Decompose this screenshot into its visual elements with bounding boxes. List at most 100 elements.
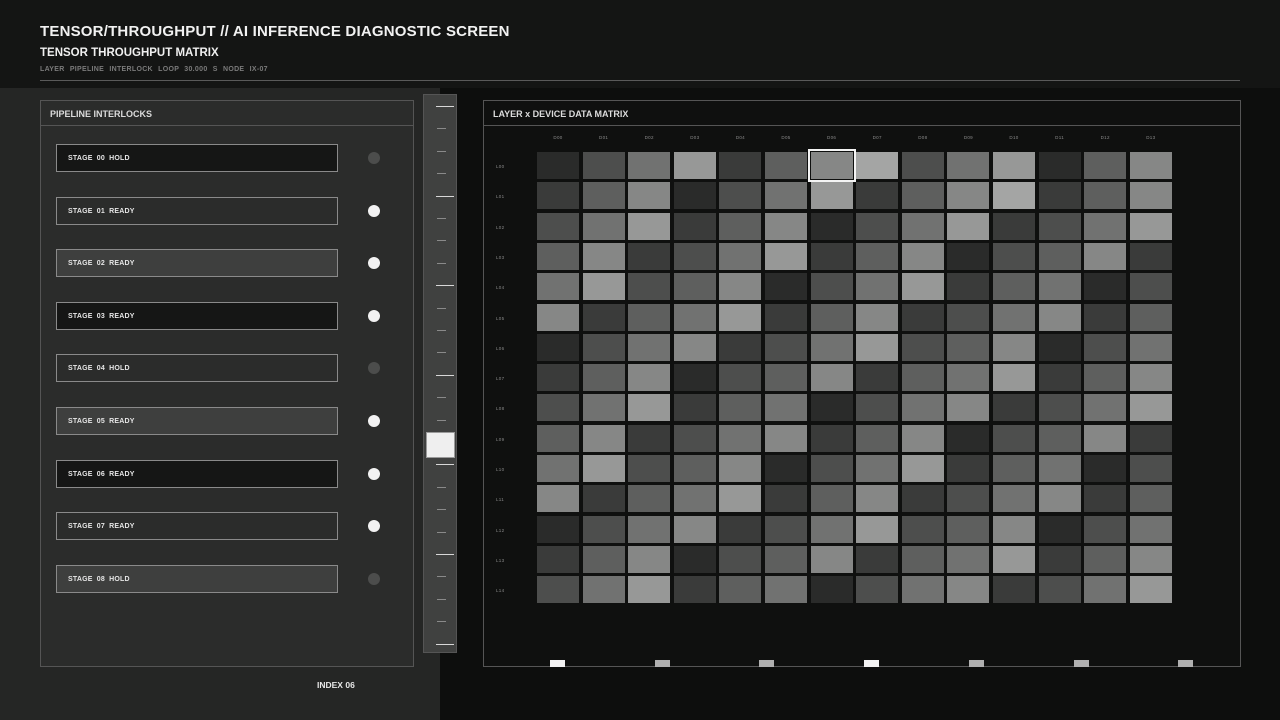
stage-row[interactable]: STAGE 07 READY	[56, 512, 338, 541]
matrix-cell[interactable]	[1084, 364, 1127, 392]
matrix-cell[interactable]	[810, 545, 853, 573]
matrix-cell[interactable]	[582, 485, 625, 513]
matrix-cell[interactable]	[719, 576, 762, 604]
matrix-cell[interactable]	[1129, 273, 1172, 301]
matrix-cell[interactable]	[765, 273, 807, 301]
matrix-cell[interactable]	[1129, 485, 1172, 513]
matrix-cell[interactable]	[856, 242, 899, 270]
matrix-cell[interactable]	[537, 303, 579, 331]
matrix-cell[interactable]	[1084, 394, 1127, 422]
matrix-cell[interactable]	[856, 182, 899, 210]
matrix-cell[interactable]	[1129, 545, 1172, 573]
matrix-cell[interactable]	[1038, 303, 1081, 331]
matrix-cell[interactable]	[1129, 576, 1172, 604]
matrix-cell[interactable]	[628, 212, 671, 240]
matrix-cell[interactable]	[1129, 182, 1172, 210]
matrix-cell[interactable]	[628, 273, 671, 301]
matrix-cell[interactable]	[719, 455, 762, 482]
matrix-cell[interactable]	[628, 515, 671, 543]
matrix-cell[interactable]	[1084, 455, 1127, 482]
index-slider-thumb[interactable]	[426, 432, 455, 458]
matrix-cell[interactable]	[1084, 485, 1127, 513]
matrix-cell[interactable]	[901, 273, 944, 301]
matrix-cell[interactable]	[856, 303, 899, 331]
stage-row[interactable]: STAGE 04 HOLD	[56, 354, 338, 383]
matrix-cell[interactable]	[719, 242, 762, 270]
stage-row[interactable]: STAGE 01 READY	[56, 196, 338, 225]
matrix-cell[interactable]	[582, 545, 625, 573]
matrix-cell[interactable]	[947, 333, 990, 361]
matrix-cell[interactable]	[628, 303, 671, 331]
matrix-cell[interactable]	[673, 364, 716, 392]
matrix-cell[interactable]	[719, 364, 762, 392]
matrix-cell[interactable]	[810, 455, 853, 482]
matrix-cell[interactable]	[1038, 455, 1081, 482]
matrix-cell[interactable]	[993, 303, 1035, 331]
matrix-cell[interactable]	[810, 515, 853, 543]
matrix-cell[interactable]	[901, 576, 944, 604]
matrix-cell[interactable]	[582, 515, 625, 543]
matrix-cell[interactable]	[947, 364, 990, 392]
matrix-cell[interactable]	[628, 364, 671, 392]
matrix-cell[interactable]	[765, 303, 807, 331]
matrix-cell[interactable]	[810, 212, 853, 240]
matrix-cell[interactable]	[537, 182, 579, 210]
stage-row[interactable]: STAGE 06 READY	[56, 459, 338, 488]
matrix-cell[interactable]	[673, 333, 716, 361]
matrix-cell[interactable]	[719, 333, 762, 361]
matrix-cell[interactable]	[628, 455, 671, 482]
matrix-cell[interactable]	[1038, 515, 1081, 543]
matrix-cell[interactable]	[993, 545, 1035, 573]
matrix-cell[interactable]	[947, 485, 990, 513]
matrix-cell[interactable]	[901, 364, 944, 392]
matrix-cell[interactable]	[1129, 333, 1172, 361]
matrix-cell[interactable]	[856, 576, 899, 604]
matrix-cell[interactable]	[673, 273, 716, 301]
matrix-cell[interactable]	[537, 242, 579, 270]
matrix-cell[interactable]	[1129, 364, 1172, 392]
matrix-cell[interactable]	[582, 242, 625, 270]
stage-row[interactable]: STAGE 05 READY	[56, 407, 338, 435]
matrix-cell[interactable]	[810, 273, 853, 301]
matrix-cell[interactable]	[719, 212, 762, 240]
matrix-cell[interactable]	[1038, 212, 1081, 240]
matrix-cell[interactable]	[673, 576, 716, 604]
matrix-cell[interactable]	[673, 485, 716, 513]
matrix-cell[interactable]	[582, 333, 625, 361]
matrix-cell[interactable]	[993, 212, 1035, 240]
matrix-cell[interactable]	[765, 455, 807, 482]
matrix-cell[interactable]	[628, 545, 671, 573]
matrix-cell[interactable]	[673, 303, 716, 331]
matrix-cell[interactable]	[537, 364, 579, 392]
matrix-cell[interactable]	[628, 485, 671, 513]
matrix-cell[interactable]	[1129, 152, 1172, 179]
matrix-cell[interactable]	[993, 394, 1035, 422]
matrix-cell[interactable]	[856, 273, 899, 301]
matrix-cell[interactable]	[810, 576, 853, 604]
matrix-cell[interactable]	[1038, 182, 1081, 210]
matrix-cell[interactable]	[1129, 212, 1172, 240]
matrix-cell[interactable]	[810, 182, 853, 210]
matrix-cell[interactable]	[582, 303, 625, 331]
matrix-cell[interactable]	[628, 182, 671, 210]
matrix-cell[interactable]	[537, 152, 579, 179]
matrix-cell[interactable]	[765, 152, 807, 179]
matrix-cell[interactable]	[1084, 273, 1127, 301]
matrix-cell[interactable]	[765, 364, 807, 392]
matrix-cell[interactable]	[719, 182, 762, 210]
matrix-cell[interactable]	[947, 273, 990, 301]
matrix-cell[interactable]	[582, 152, 625, 179]
matrix-cell[interactable]	[582, 273, 625, 301]
matrix-cell[interactable]	[628, 333, 671, 361]
matrix-cell[interactable]	[1038, 242, 1081, 270]
matrix-cell[interactable]	[765, 242, 807, 270]
matrix-cell[interactable]	[1038, 273, 1081, 301]
matrix-cell[interactable]	[993, 152, 1035, 179]
matrix-cell[interactable]	[765, 545, 807, 573]
matrix-cell[interactable]	[1129, 394, 1172, 422]
matrix-cell[interactable]	[856, 455, 899, 482]
matrix-cell[interactable]	[673, 212, 716, 240]
matrix-cell[interactable]	[1038, 333, 1081, 361]
matrix-cell[interactable]	[1038, 394, 1081, 422]
matrix-cell[interactable]	[673, 455, 716, 482]
